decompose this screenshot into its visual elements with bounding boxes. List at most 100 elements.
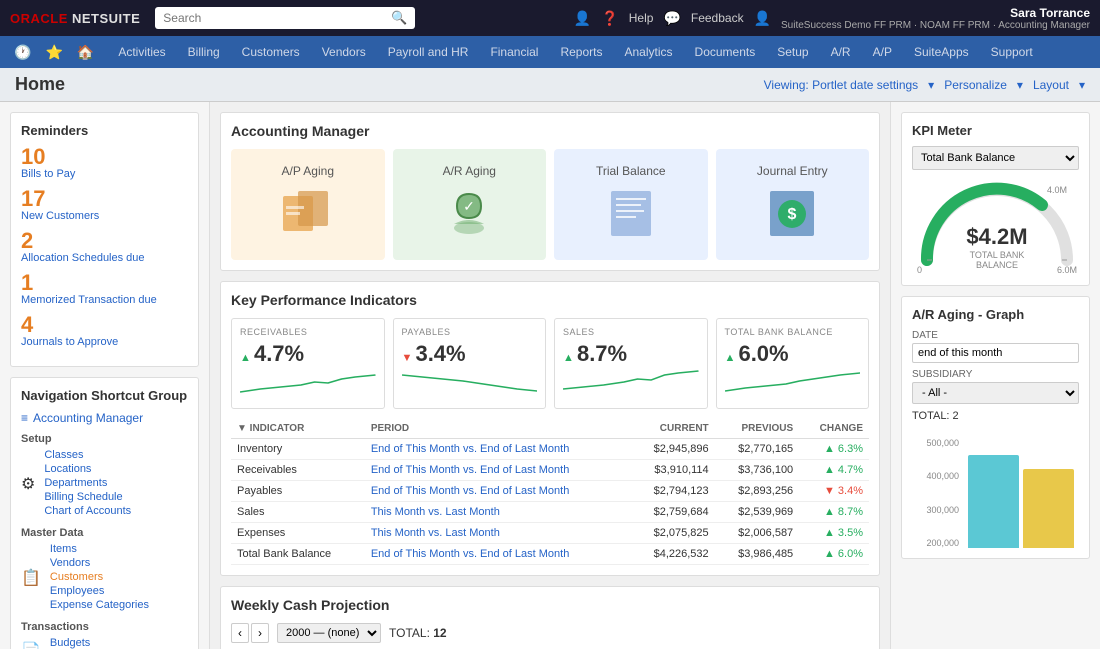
wcp-nav: ‹ › (231, 623, 269, 643)
kpi-td-period[interactable]: This Month vs. Last Month (365, 523, 630, 544)
reminder-allocation-label[interactable]: Allocation Schedules due (21, 252, 188, 264)
reminder-memorized-label[interactable]: Memorized Transaction due (21, 294, 188, 306)
ar-aging-card[interactable]: A/R Aging ✓ (393, 149, 547, 260)
wcp-prev-btn[interactable]: ‹ (231, 623, 249, 643)
date-input[interactable] (912, 343, 1079, 363)
help-icon[interactable]: ❓ (601, 10, 618, 27)
nav-analytics[interactable]: Analytics (615, 39, 683, 65)
reminder-allocation-number: 2 (21, 230, 188, 252)
reminder-journals-label[interactable]: Journals to Approve (21, 336, 188, 348)
y-axis-500k: 500,000 (917, 438, 959, 448)
journal-entry-card[interactable]: Journal Entry $ (716, 149, 870, 260)
reminders-title: Reminders (21, 123, 188, 138)
link-employees[interactable]: Employees (45, 585, 149, 597)
nav-links: Activities Billing Customers Vendors Pay… (108, 39, 1042, 65)
nav-customers[interactable]: Customers (232, 39, 310, 65)
reminder-bills-label[interactable]: Bills to Pay (21, 168, 188, 180)
nav-billing[interactable]: Billing (178, 39, 230, 65)
ap-aging-card[interactable]: A/P Aging (231, 149, 385, 260)
kpi-th-period: PERIOD (365, 419, 630, 439)
bar-cyan (968, 455, 1019, 549)
nav-activities[interactable]: Activities (108, 39, 175, 65)
link-locations[interactable]: Locations (39, 463, 131, 475)
link-departments[interactable]: Departments (39, 477, 131, 489)
ar-aging-label: A/R Aging (443, 164, 496, 178)
trial-balance-card[interactable]: Trial Balance (554, 149, 708, 260)
nav-suiteapps[interactable]: SuiteApps (904, 39, 979, 65)
nav-ap[interactable]: A/P (863, 39, 902, 65)
user-icon[interactable]: 👤 (574, 10, 591, 27)
link-vendors[interactable]: Vendors (45, 557, 149, 569)
search-input[interactable] (163, 11, 391, 25)
link-customers[interactable]: Customers (45, 571, 149, 583)
kpi-td-change: ▲ 6.0% (799, 544, 869, 565)
kpi-table-row: Sales This Month vs. Last Month $2,759,6… (231, 502, 869, 523)
recent-icon[interactable]: 🕐 (10, 40, 35, 65)
kpi-meter-select[interactable]: Total Bank Balance Receivables Payables … (912, 146, 1079, 170)
layout-link[interactable]: Layout (1033, 78, 1069, 92)
kpi-td-period[interactable]: End of This Month vs. End of Last Month (365, 460, 630, 481)
kpi-td-period[interactable]: This Month vs. Last Month (365, 502, 630, 523)
oracle-logo: ORACLE NETSUITE (10, 11, 140, 26)
wcp-year-select[interactable]: 2000 — (none) (277, 623, 381, 643)
bar-yellow (1023, 469, 1074, 548)
link-items[interactable]: Items (45, 543, 149, 555)
accounting-manager-shortcut[interactable]: ≡ Accounting Manager (21, 411, 188, 425)
wcp-next-btn[interactable]: › (251, 623, 269, 643)
viewing-label[interactable]: Viewing: Portlet date settings (764, 78, 919, 92)
personalize-link[interactable]: Personalize (944, 78, 1007, 92)
link-expense-categories[interactable]: Expense Categories (45, 599, 149, 611)
kpi-bank-balance-label: TOTAL BANK BALANCE (725, 327, 861, 337)
kpi-payables: PAYABLES ▼ 3.4% (393, 318, 547, 409)
nav-reports[interactable]: Reports (550, 39, 612, 65)
personalize-chevron[interactable]: ▾ (1017, 78, 1023, 92)
nav-documents[interactable]: Documents (685, 39, 766, 65)
link-classes[interactable]: Classes (39, 449, 131, 461)
kpi-th-indicator[interactable]: ▼ INDICATOR (231, 419, 365, 439)
kpi-sales-trend: ▲ 8.7% (563, 341, 699, 367)
nav-financial[interactable]: Financial (480, 39, 548, 65)
link-billing-schedule[interactable]: Billing Schedule (39, 491, 131, 503)
avatar-icon: 👤 (754, 10, 771, 27)
nav-payroll[interactable]: Payroll and HR (378, 39, 479, 65)
kpi-receivables-trend: ▲ 4.7% (240, 341, 376, 367)
bank-balance-chart (725, 367, 861, 397)
reminder-customers-label[interactable]: New Customers (21, 210, 188, 222)
kpi-td-previous: $3,986,485 (715, 544, 800, 565)
user-name: Sara Torrance (1010, 6, 1090, 20)
link-chart-accounts[interactable]: Chart of Accounts (39, 505, 131, 517)
kpi-td-period[interactable]: End of This Month vs. End of Last Month (365, 544, 630, 565)
nav-ar[interactable]: A/R (821, 39, 861, 65)
nav-support[interactable]: Support (981, 39, 1043, 65)
trial-balance-label: Trial Balance (596, 164, 666, 178)
help-label[interactable]: Help (629, 11, 654, 25)
nav-setup[interactable]: Setup (767, 39, 818, 65)
kpi-td-period[interactable]: End of This Month vs. End of Last Month (365, 481, 630, 502)
center-content: Accounting Manager A/P Aging A/R Aging (210, 102, 890, 649)
layout-chevron[interactable]: ▾ (1079, 78, 1085, 92)
kpi-td-current: $2,794,123 (630, 481, 715, 502)
kpi-td-change: ▲ 6.3% (799, 439, 869, 460)
ar-aging-icon: ✓ (439, 186, 499, 245)
home-icon[interactable]: 🏠 (73, 40, 98, 65)
favorites-icon[interactable]: ⭐ (41, 40, 66, 65)
ar-graph-box: A/R Aging - Graph DATE SUBSIDIARY - All … (901, 296, 1090, 559)
kpi-td-period[interactable]: End of This Month vs. End of Last Month (365, 439, 630, 460)
search-box[interactable]: 🔍 (155, 7, 415, 29)
kpi-td-current: $4,226,532 (630, 544, 715, 565)
master-data-icon: 📋 (21, 568, 41, 588)
y-axis-200k: 200,000 (917, 538, 959, 548)
feedback-label[interactable]: Feedback (691, 11, 744, 25)
nav-vendors[interactable]: Vendors (312, 39, 376, 65)
kpi-receivables: RECEIVABLES ▲ 4.7% (231, 318, 385, 409)
gauge-container: $4.2M TOTAL BANK BALANCE 0 6.0M 4.0M (912, 180, 1082, 275)
reminder-bills: 10 Bills to Pay (21, 146, 188, 180)
kpi-bank-balance: TOTAL BANK BALANCE ▲ 6.0% (716, 318, 870, 409)
subsidiary-select[interactable]: - All - (912, 382, 1079, 404)
kpi-td-change: ▲ 3.5% (799, 523, 869, 544)
feedback-icon[interactable]: 💬 (663, 10, 680, 27)
top-bar: ORACLE NETSUITE 🔍 👤 ❓ Help 💬 Feedback 👤 … (0, 0, 1100, 36)
journal-entry-icon: $ (762, 186, 822, 245)
link-budgets[interactable]: Budgets (45, 637, 103, 649)
viewing-chevron[interactable]: ▾ (928, 78, 934, 92)
